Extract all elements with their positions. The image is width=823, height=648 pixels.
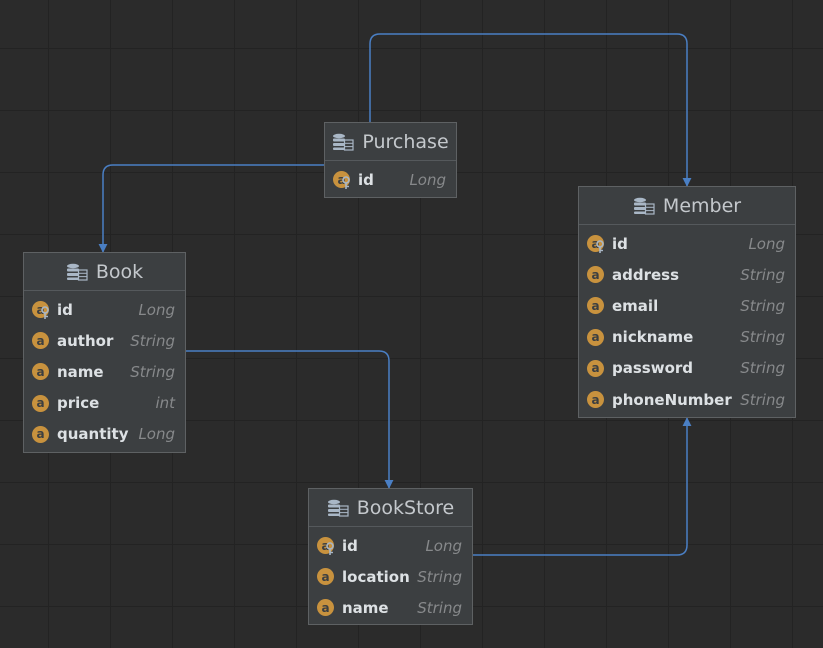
field-row[interactable]: a location String (309, 561, 472, 592)
table-db-icon (633, 197, 655, 215)
entity-bookstore[interactable]: BookStore a id Long a location String a name Stri… (308, 488, 473, 625)
field-badge-icon: a (587, 359, 604, 377)
field-badge-icon: a (587, 235, 604, 254)
entity-member[interactable]: Member a id Long a address String a email String a… (578, 186, 796, 418)
field-type: String (740, 390, 785, 409)
field-badge-icon: a (587, 297, 604, 315)
field-name: quantity (57, 425, 129, 444)
field-badge-icon: a (333, 171, 350, 190)
field-badge-icon: a (587, 328, 604, 346)
primary-key-icon (342, 176, 350, 190)
field-name: id (612, 234, 628, 253)
field-row[interactable]: a id Long (325, 164, 456, 195)
field-type: Long (138, 300, 175, 319)
connector-purchase-book[interactable] (98, 160, 333, 253)
field-name: author (57, 331, 114, 350)
field-type: Long (409, 170, 446, 189)
field-name: price (57, 394, 100, 413)
field-name: id (57, 300, 73, 319)
field-name: address (612, 265, 680, 284)
primary-key-icon (326, 542, 334, 556)
field-badge-icon: a (32, 363, 49, 381)
field-type: Long (138, 425, 175, 444)
field-type: String (740, 328, 785, 347)
entity-header: Purchase (325, 123, 456, 161)
field-name: email (612, 296, 659, 315)
field-row[interactable]: a email String (579, 290, 795, 321)
field-type: String (417, 598, 462, 617)
field-row[interactable]: a address String (579, 259, 795, 290)
field-row[interactable]: a id Long (309, 530, 472, 561)
table-db-icon (327, 499, 349, 517)
entity-title: BookStore (356, 496, 455, 519)
field-type: int (155, 394, 175, 413)
field-badge-icon: a (32, 332, 49, 350)
entity-title: Member (662, 194, 742, 217)
connector-book-bookstore[interactable] (177, 346, 394, 489)
field-row[interactable]: a name String (24, 356, 185, 387)
field-list: a id Long a author String a name String a price int… (24, 291, 185, 450)
field-row[interactable]: a password String (579, 353, 795, 384)
field-badge-icon: a (317, 568, 334, 586)
field-row[interactable]: a quantity Long (24, 419, 185, 450)
primary-key-icon (596, 240, 604, 254)
primary-key-icon (41, 306, 49, 320)
field-type: String (740, 296, 785, 315)
field-badge-icon: a (32, 394, 49, 412)
entity-book[interactable]: Book a id Long a author String a name String a pric… (23, 252, 186, 453)
field-badge-icon: a (317, 599, 334, 617)
field-name: id (342, 536, 358, 555)
field-type: Long (425, 536, 462, 555)
field-badge-icon: a (32, 425, 49, 443)
field-name: id (358, 170, 374, 189)
field-type: String (417, 567, 462, 586)
field-badge-icon: a (587, 391, 604, 409)
table-db-icon (66, 263, 88, 281)
field-type: String (130, 331, 175, 350)
field-name: name (342, 598, 389, 617)
entity-header: Book (24, 253, 185, 291)
field-row[interactable]: a price int (24, 388, 185, 419)
field-name: location (342, 567, 410, 586)
connector-bookstore-member[interactable] (473, 417, 692, 556)
table-db-icon (333, 133, 354, 151)
field-row[interactable]: a id Long (579, 228, 795, 259)
field-row[interactable]: a id Long (24, 294, 185, 325)
entity-title: Book (95, 260, 144, 283)
field-name: password (612, 359, 694, 378)
field-type: Long (748, 234, 785, 253)
entity-header: BookStore (309, 489, 472, 527)
field-list: a id Long a location String a name String (309, 527, 472, 624)
field-list: a id Long a address String a email String a nickna… (579, 225, 795, 415)
field-name: nickname (612, 328, 694, 347)
field-badge-icon: a (587, 266, 604, 284)
field-badge-icon: a (32, 301, 49, 320)
field-name: phoneNumber (612, 390, 732, 409)
field-row[interactable]: a author String (24, 325, 185, 356)
field-name: name (57, 362, 104, 381)
field-type: String (130, 362, 175, 381)
entity-header: Member (579, 187, 795, 225)
entity-purchase[interactable]: Purchase a id Long (324, 122, 457, 198)
field-badge-icon: a (317, 537, 334, 556)
field-row[interactable]: a name String (309, 592, 472, 623)
field-row[interactable]: a nickname String (579, 322, 795, 353)
field-type: String (740, 265, 785, 284)
field-list: a id Long (325, 161, 456, 195)
field-type: String (740, 359, 785, 378)
field-row[interactable]: a phoneNumber String (579, 384, 795, 415)
entity-title: Purchase (362, 130, 449, 153)
